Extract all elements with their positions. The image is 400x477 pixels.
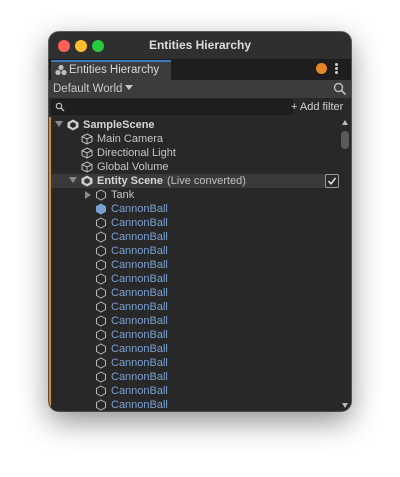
tab-entities-hierarchy[interactable]: Entities Hierarchy [51,60,171,80]
world-dropdown-label: Default World [53,83,123,95]
checkmark-icon [327,177,337,185]
gameobject-row[interactable]: Directional Light [51,146,339,160]
entity-label: CannonBall [111,399,168,411]
entity-row[interactable]: CannonBall [51,328,339,342]
entity-hexagon-icon [96,371,106,383]
filter-bar: + Add filter [49,98,351,116]
entity-label: CannonBall [111,343,168,355]
expand-arrow-icon[interactable] [55,121,63,127]
entity-hexagon-icon [96,287,106,299]
entity-label: CannonBall [111,287,168,299]
scroll-down-arrow-icon[interactable] [342,403,348,408]
entity-label: CannonBall [111,203,168,215]
entity-hexagon-icon [96,259,106,271]
entity-row[interactable]: CannonBall [51,272,339,286]
entity-row[interactable]: CannonBall [51,314,339,328]
entity-hexagon-icon [96,329,106,341]
more-options-icon[interactable] [332,62,340,76]
unity-scene-icon [81,175,93,187]
entity-hexagon-icon [96,245,106,257]
entity-hexagon-filled-icon [96,203,106,215]
entity-row[interactable]: CannonBall [51,230,339,244]
gameobject-row[interactable]: Global Volume [51,160,339,174]
entity-row[interactable]: CannonBall [51,384,339,398]
gameobject-cube-icon [81,161,93,173]
window-title: Entities Hierarchy [148,38,252,52]
subscene-status: (Live converted) [167,175,246,187]
expand-arrow-icon[interactable] [85,191,91,199]
toolbar: Default World [49,80,351,99]
entity-row[interactable]: CannonBall [51,258,339,272]
entity-hexagon-icon [96,273,106,285]
entities-hierarchy-window: Entities Hierarchy Entities Hierarchy De… [49,32,351,411]
world-dropdown[interactable]: Default World [53,81,134,97]
entity-row[interactable]: CannonBall [51,244,339,258]
entity-label: CannonBall [111,245,168,257]
entity-label: Tank [111,189,135,201]
entity-hexagon-icon [96,231,106,243]
entity-label: CannonBall [111,231,168,243]
scene-row[interactable]: SampleScene [51,118,339,132]
entity-label: CannonBall [111,273,168,285]
entity-row[interactable]: CannonBall [51,202,339,216]
title-bar: Entities Hierarchy [49,32,351,60]
scene-label: SampleScene [83,119,155,131]
entity-label: CannonBall [111,259,168,271]
entity-hexagon-icon [96,385,106,397]
pending-status-dot[interactable] [316,63,327,74]
entity-hexagon-icon [96,315,106,327]
entity-row[interactable]: CannonBall [51,286,339,300]
gameobject-label: Directional Light [97,147,176,159]
subscene-label: Entity Scene [97,175,164,187]
gameobject-cube-icon [81,133,93,145]
search-input[interactable] [51,99,293,115]
subscene-row[interactable]: Entity Scene (Live converted) [51,174,339,188]
search-field-icon [55,102,65,112]
scrollbar-thumb[interactable] [341,131,349,149]
entity-label: CannonBall [111,385,168,397]
entity-hexagon-icon [96,301,106,313]
gameobject-cube-icon [81,147,93,159]
scroll-up-arrow-icon[interactable] [342,120,348,125]
entity-label: CannonBall [111,357,168,369]
gameobject-row[interactable]: Main Camera [51,132,339,146]
entity-row[interactable]: CannonBall [51,398,339,411]
entity-hexagon-icon [96,189,106,201]
entity-label: CannonBall [111,301,168,313]
vertical-scrollbar[interactable] [339,117,351,411]
entity-row[interactable]: CannonBall [51,356,339,370]
search-icon[interactable] [333,82,347,96]
entity-hexagon-icon [96,399,106,411]
entity-row[interactable]: CannonBall [51,370,339,384]
chevron-down-icon [125,85,134,90]
entity-label: CannonBall [111,217,168,229]
expand-arrow-icon[interactable] [69,177,77,183]
entity-hexagon-icon [96,357,106,369]
hierarchy-list: SampleScene Main Camera Directional Ligh… [49,117,339,411]
tab-label: Entities Hierarchy [69,64,160,76]
unity-scene-icon [67,119,79,131]
subscene-open-checkbox[interactable] [325,174,339,188]
entity-row[interactable]: CannonBall [51,216,339,230]
tab-bar: Entities Hierarchy [49,60,351,80]
entity-row-parent[interactable]: Tank [51,188,339,202]
entity-label: CannonBall [111,371,168,383]
entity-label: CannonBall [111,315,168,327]
gameobject-label: Main Camera [97,133,164,145]
entity-row[interactable]: CannonBall [51,300,339,314]
add-filter-button[interactable]: + Add filter [291,99,343,115]
entity-row[interactable]: CannonBall [51,342,339,356]
entity-hexagon-icon [96,343,106,355]
entity-hexagon-icon [96,217,106,229]
entity-label: CannonBall [111,329,168,341]
entities-icon [55,64,67,76]
gameobject-label: Global Volume [97,161,169,173]
